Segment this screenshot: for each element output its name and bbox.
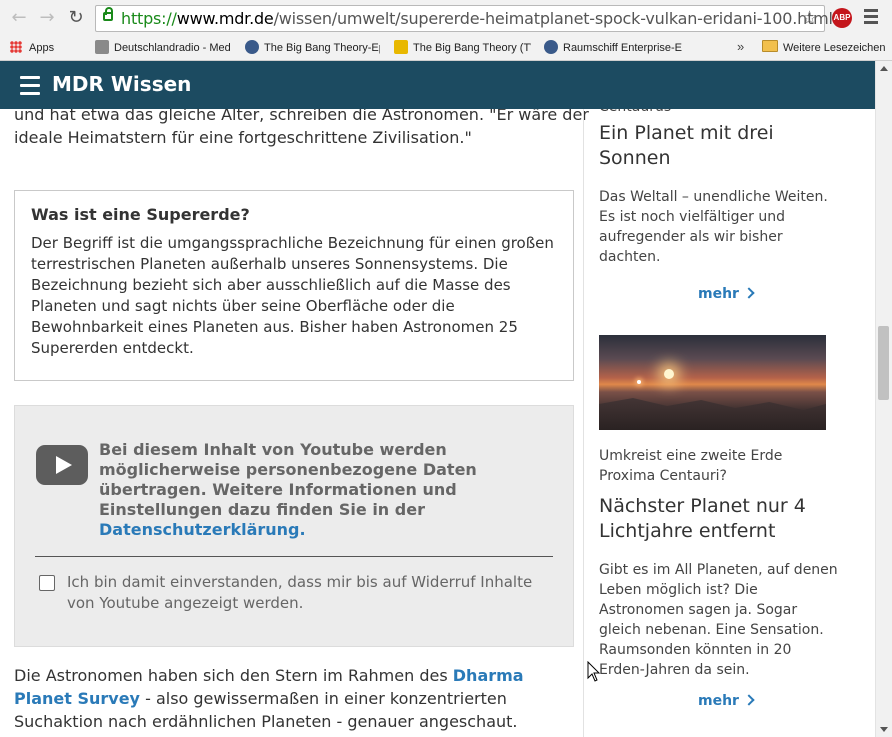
scroll-down-arrow-icon[interactable] [880,727,888,732]
star-glow [664,369,674,379]
bookmark-label: The Big Bang Theory (TV [413,42,531,54]
site-header: MDR Wissen [0,61,875,109]
privacy-policy-link[interactable]: Datenschutzerklärung. [99,520,306,539]
page-icon [95,40,109,54]
teaser-next-planet[interactable]: Umkreist eine zweite Erde Proxima Centau… [599,446,839,680]
teaser-more-link[interactable]: mehr [698,286,755,302]
youtube-consent-box: Bei diesem Inhalt von Youtube werden mög… [14,405,574,647]
bookmark-label: Deutschlandradio - Medi [114,42,230,54]
chevron-right-icon [743,287,755,299]
paragraph-text: Die Astronomen haben sich den Stern im R… [14,666,448,685]
bookmark-label: The Big Bang Theory-Epi [264,42,380,54]
back-arrow-icon[interactable]: ← [8,7,30,29]
hamburger-menu-icon[interactable] [20,76,40,100]
chevron-right-icon [743,694,755,706]
page-viewport: und hat etwa das gleiche Alter, schreibe… [0,61,875,737]
chrome-menu-icon[interactable] [864,9,878,27]
scroll-up-arrow-icon[interactable] [880,66,888,71]
site-brand[interactable]: MDR Wissen [52,72,191,96]
infobox-title: Was ist eine Supererde? [31,205,250,224]
planet-surface [599,398,826,430]
mp-logo-icon [544,40,558,54]
reload-icon[interactable]: ↻ [65,7,87,29]
sidebar-divider [583,109,584,737]
star-glow [637,380,641,384]
bookmark-bigbang-mp[interactable]: The Big Bang Theory-Epi [245,40,380,56]
url-path: /wissen/umwelt/supererde-heimatplanet-sp… [273,9,833,28]
bookmark-bigbang-imdb[interactable]: The Big Bang Theory (TV [394,40,531,56]
url-text[interactable]: https://www.mdr.de/wissen/umwelt/superer… [121,9,833,28]
address-bar[interactable]: https://www.mdr.de/wissen/umwelt/superer… [95,5,833,32]
youtube-privacy-message: Bei diesem Inhalt von Youtube werden mög… [99,440,519,540]
bookmark-star-icon[interactable]: ☆ [801,7,818,29]
teaser-kicker: Umkreist eine zweite Erde Proxima Centau… [599,448,783,484]
folder-icon [762,40,778,52]
teaser-description: Gibt es im All Planeten, auf denen Leben… [599,562,838,678]
teaser-description: Das Weltall – unendliche Weiten. Es ist … [599,189,828,265]
other-bookmarks-folder[interactable]: Weitere Lesezeichen [762,40,886,56]
bookmarks-bar: Apps Deutschlandradio - Medi The Big Ban… [0,36,892,61]
bookmark-deutschlandradio[interactable]: Deutschlandradio - Medi [95,40,230,56]
teaser-three-suns[interactable]: Centaurus Ein Planet mit drei Sonnen Das… [599,97,839,267]
article-paragraph: Die Astronomen haben sich den Stern im R… [14,664,574,737]
page-scrollbar[interactable] [875,61,892,737]
url-host: www.mdr.de [176,9,274,28]
bookmarks-overflow-icon[interactable]: » [737,39,744,54]
browser-toolbar: ← → ↻ https://www.mdr.de/wissen/umwelt/s… [0,0,892,36]
more-label: mehr [698,286,739,302]
mp-logo-icon [245,40,259,54]
teaser-title[interactable]: Ein Planet mit drei Sonnen [599,121,839,171]
proxima-centauri-image[interactable] [599,335,826,430]
article-intro-line2: ideale Heimatstern für eine fortgeschrit… [14,128,472,147]
mouse-cursor-icon [587,661,601,682]
infobox-supererde: Was ist eine Supererde? Der Begriff ist … [14,190,574,381]
lock-icon [103,7,113,21]
bookmark-enterprise[interactable]: Raumschiff Enterprise-E [544,40,682,56]
youtube-consent-checkbox[interactable] [39,575,55,591]
imdb-logo-icon [394,40,408,54]
adblock-plus-icon[interactable]: ABP [832,8,852,28]
bookmark-label: Apps [29,42,55,54]
teaser-more-link[interactable]: mehr [698,693,755,709]
apps-grid-icon [10,41,22,53]
scrollbar-thumb[interactable] [878,326,889,400]
youtube-consent-label[interactable]: Ich bin damit einverstanden, dass mir bi… [67,572,547,614]
more-label: mehr [698,693,739,709]
infobox-text: Der Begriff ist die umgangssprachliche B… [31,234,554,357]
divider [35,556,553,557]
forward-arrow-icon[interactable]: → [36,7,58,29]
bookmark-label: Raumschiff Enterprise-E [563,42,682,54]
bookmark-apps[interactable]: Apps [10,40,54,56]
url-scheme: https:// [121,9,177,28]
youtube-play-icon [36,445,88,485]
bookmark-label: Weitere Lesezeichen [783,42,886,54]
teaser-title[interactable]: Nächster Planet nur 4 Lichtjahre entfern… [599,494,839,544]
youtube-message-text: Bei diesem Inhalt von Youtube werden mög… [99,440,477,519]
